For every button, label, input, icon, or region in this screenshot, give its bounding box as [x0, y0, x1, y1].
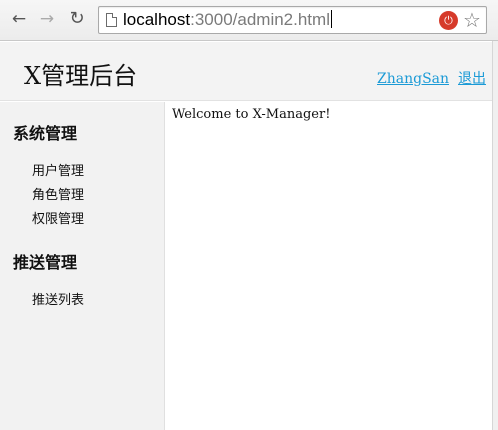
- sidebar-item-push-list[interactable]: 推送列表: [32, 292, 84, 310]
- sidebar-item-permissions[interactable]: 权限管理: [32, 211, 84, 229]
- user-link[interactable]: ZhangSan: [377, 70, 449, 88]
- reload-icon[interactable]: ↻: [66, 8, 88, 30]
- arrow-left-icon[interactable]: ←: [8, 8, 30, 30]
- star-icon[interactable]: ☆: [461, 8, 483, 32]
- sidebar-item-users[interactable]: 用户管理: [32, 163, 84, 181]
- url-text[interactable]: localhost:3000/admin2.html: [123, 10, 332, 30]
- arrow-right-icon[interactable]: →: [36, 8, 58, 30]
- page-icon: [106, 13, 117, 27]
- address-bar[interactable]: localhost:3000/admin2.html ⏻ ☆: [98, 6, 487, 34]
- scrollbar-track[interactable]: [492, 41, 498, 430]
- url-path: :3000/admin2.html: [190, 10, 330, 29]
- main-content: Welcome to X-Manager!: [166, 102, 492, 430]
- sidebar-group-system: 系统管理: [13, 124, 78, 143]
- page-header: X管理后台 ZhangSan 退出: [0, 42, 492, 101]
- text-caret: [330, 10, 332, 28]
- extension-icon[interactable]: ⏻: [439, 11, 458, 30]
- url-host: localhost: [123, 10, 191, 29]
- sidebar-item-roles[interactable]: 角色管理: [32, 187, 84, 205]
- sidebar-group-push: 推送管理: [13, 253, 78, 272]
- welcome-message: Welcome to X-Manager!: [172, 107, 331, 122]
- brand-title: X管理后台: [24, 62, 138, 90]
- browser-toolbar: ← → ↻ localhost:3000/admin2.html ⏻ ☆: [0, 0, 498, 41]
- sidebar: 系统管理 用户管理 角色管理 权限管理 推送管理 推送列表: [0, 102, 165, 430]
- logout-link[interactable]: 退出: [458, 70, 486, 88]
